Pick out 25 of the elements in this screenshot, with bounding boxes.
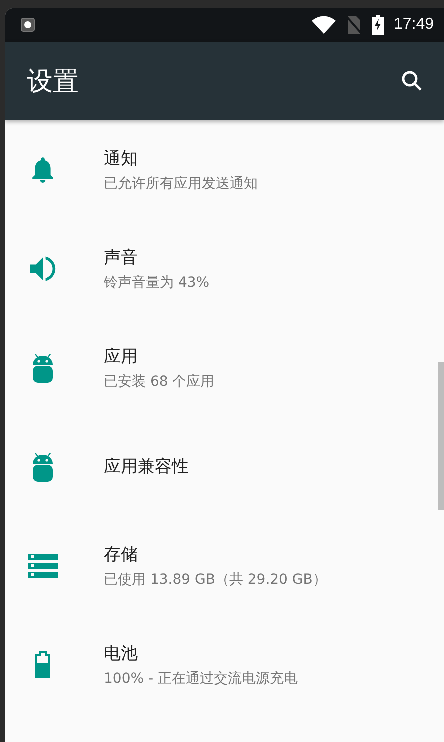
setting-title[interactable]: 声音	[104, 246, 210, 268]
setting-summary: 已安装 68 个应用	[104, 372, 215, 390]
notification-icon	[21, 18, 35, 32]
scrollbar[interactable]	[438, 362, 444, 510]
bell-icon	[30, 156, 56, 182]
setting-title[interactable]: 应用兼容性	[104, 455, 189, 478]
setting-summary: 已使用 13.89 GB（共 29.20 GB）	[104, 570, 327, 588]
clock-time: 17:49	[394, 16, 434, 34]
setting-title[interactable]: 应用	[104, 344, 215, 368]
speaker-icon	[28, 254, 56, 282]
setting-summary: 100% - 正在通过交流电源充电	[104, 670, 298, 688]
battery-icon	[34, 650, 50, 678]
setting-title[interactable]: 电池	[104, 642, 298, 664]
setting-summary: 铃声音量为 43%	[104, 274, 210, 292]
battery-charging-icon	[372, 15, 384, 35]
storage-icon	[28, 554, 58, 578]
setting-title[interactable]: 通知	[104, 146, 258, 170]
search-icon[interactable]	[400, 69, 424, 93]
android-icon	[32, 450, 54, 482]
setting-summary: 已允许所有应用发送通知	[104, 174, 258, 192]
wifi-icon	[312, 16, 336, 34]
no-sim-icon	[346, 16, 362, 34]
page-title: 设置	[27, 66, 80, 98]
android-icon	[32, 352, 54, 384]
setting-title[interactable]: 存储	[104, 542, 327, 566]
